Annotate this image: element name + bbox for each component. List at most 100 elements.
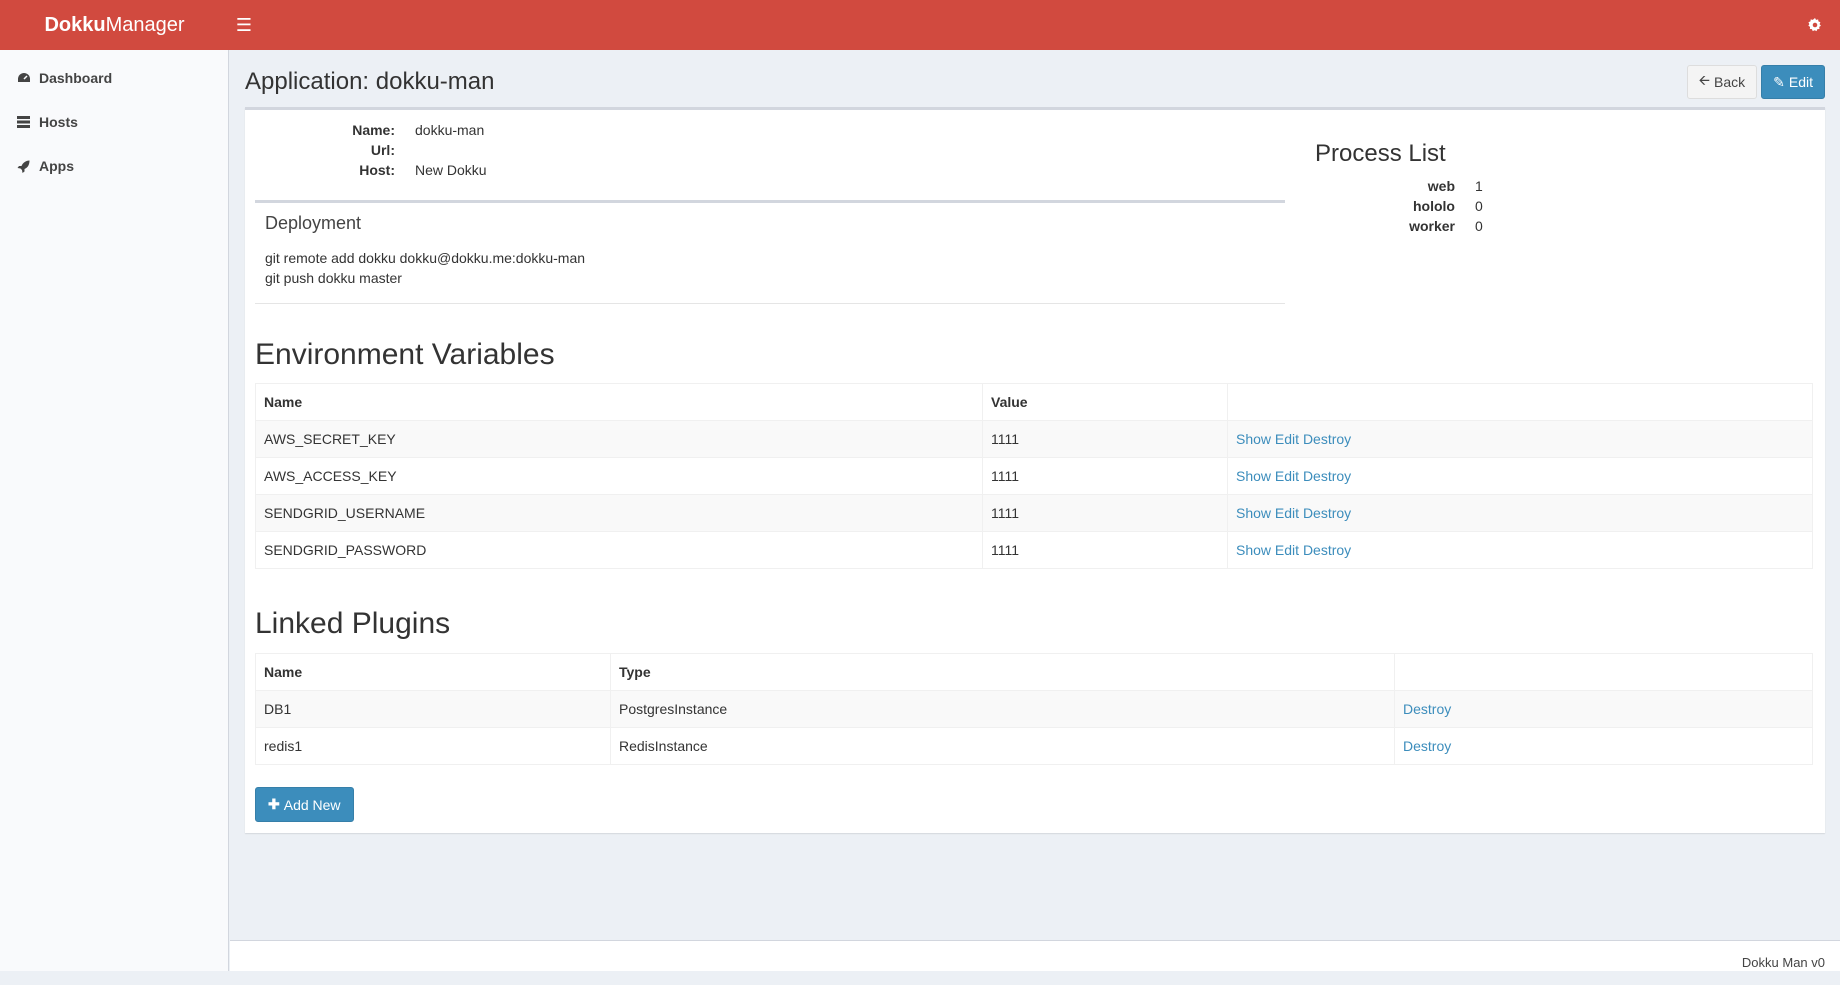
row-actions: Show Edit Destroy [1227,531,1813,569]
main-content: Application: dokku-man 🡨 Back ✎ Edit Nam… [230,50,1840,971]
row-actions: Show Edit Destroy [1227,420,1813,458]
destroy-link[interactable]: Destroy [1303,542,1351,558]
process-row: hololo 0 [1315,196,1715,216]
sidebar-item-label: Apps [39,158,74,174]
app-attributes: Name: dokku-man Url: Host: New Dokku [255,120,1285,180]
show-link[interactable]: Show [1236,431,1271,447]
env-var-name: AWS_ACCESS_KEY [255,457,983,495]
env-var-name: AWS_SECRET_KEY [255,420,983,458]
edit-link[interactable]: Edit [1275,505,1299,521]
attr-value-host: New Dokku [415,162,487,178]
linked-plugins-table: Name Type DB1 PostgresInstance Destroy r… [255,653,1813,765]
sidebar-toggle-icon[interactable]: ☰ [229,0,259,50]
linked-plugins-title: Linked Plugins [255,607,451,640]
edit-button-label: Edit [1788,74,1813,90]
show-link[interactable]: Show [1236,542,1271,558]
process-list-title: Process List [1315,140,1446,167]
edit-link[interactable]: Edit [1275,468,1299,484]
column-header-actions [1227,383,1813,421]
env-vars-table: Name Value AWS_SECRET_KEY 1111 Show Edit… [255,383,1813,569]
env-var-value: 1111 [982,494,1228,532]
brand-light: Manager [105,13,185,36]
plugin-type: PostgresInstance [610,690,1395,728]
plugin-type: RedisInstance [610,727,1395,765]
page-header: Application: dokku-man 🡨 Back ✎ Edit [245,62,1825,102]
sidebar-item-label: Dashboard [39,70,113,86]
back-button[interactable]: 🡨 Back [1686,65,1758,99]
process-name: web [1427,178,1455,194]
brand-bold: Dokku [44,13,106,36]
row-actions: Show Edit Destroy [1227,494,1813,532]
attr-row-url: Url: [255,140,1285,160]
footer-version: Dokku Man v0 [1741,955,1825,970]
arrow-left-icon: 🡨 [1698,72,1711,88]
table-row: DB1 PostgresInstance Destroy [255,690,1813,728]
plugin-name: redis1 [255,727,611,765]
column-header-actions [1394,653,1813,691]
edit-link[interactable]: Edit [1275,431,1299,447]
attr-label: Host: [359,162,395,178]
add-new-label: Add New [283,796,341,813]
back-button-label: Back [1714,74,1746,90]
destroy-link[interactable]: Destroy [1303,505,1351,521]
attr-row-name: Name: dokku-man [255,120,1285,140]
brand-logo[interactable]: Dokku Manager [0,0,229,50]
table-row: SENDGRID_USERNAME 1111 Show Edit Destroy [255,494,1813,532]
process-row: web 1 [1315,176,1715,196]
column-header-type: Type [610,653,1395,691]
row-actions: Destroy [1394,690,1813,728]
column-header-value: Value [982,383,1228,421]
attr-label: Url: [370,142,395,158]
process-list: Process List web 1 hololo 0 worker 0 [1315,140,1715,236]
edit-link[interactable]: Edit [1275,542,1299,558]
table-header-row: Name Type [255,653,1813,691]
footer: Dokku Man v0 [230,940,1840,971]
destroy-link[interactable]: Destroy [1303,431,1351,447]
table-row: AWS_ACCESS_KEY 1111 Show Edit Destroy [255,457,1813,495]
process-count: 1 [1475,178,1483,194]
top-navbar: Dokku Manager ☰ [0,0,1840,50]
attr-label: Name: [352,122,395,138]
deployment-line: git push dokku master [265,270,402,286]
show-link[interactable]: Show [1236,505,1271,521]
process-count: 0 [1475,198,1483,214]
sidebar-item-dashboard[interactable]: Dashboard [0,56,228,100]
row-actions: Show Edit Destroy [1227,457,1813,495]
env-vars-title: Environment Variables [255,338,555,371]
server-icon [17,116,39,128]
env-var-name: SENDGRID_PASSWORD [255,531,983,569]
page-title: Application: dokku-man [245,68,495,95]
deployment-commands: git remote add dokku dokku@dokku.me:dokk… [265,248,1275,288]
destroy-link[interactable]: Destroy [1403,738,1451,754]
env-var-name: SENDGRID_USERNAME [255,494,983,532]
table-row: AWS_SECRET_KEY 1111 Show Edit Destroy [255,420,1813,458]
add-new-plugin-button[interactable]: ✚ Add New [255,787,354,822]
env-var-value: 1111 [982,531,1228,569]
gear-icon[interactable] [1790,0,1840,50]
destroy-link[interactable]: Destroy [1403,701,1451,717]
deployment-title: Deployment [265,213,362,233]
gear-icon-svg [1808,18,1821,32]
process-list-items: web 1 hololo 0 worker 0 [1315,176,1715,236]
app-detail-box: Name: dokku-man Url: Host: New Dokku Dep… [245,107,1825,833]
column-header-name: Name [255,653,611,691]
table-header-row: Name Value [255,383,1813,421]
plugin-name: DB1 [255,690,611,728]
sidebar-item-apps[interactable]: Apps [0,144,228,188]
rocket-icon [17,160,39,173]
destroy-link[interactable]: Destroy [1303,468,1351,484]
sidebar-item-label: Hosts [39,114,78,130]
sidebar-item-hosts[interactable]: Hosts [0,100,228,144]
deployment-line: git remote add dokku dokku@dokku.me:dokk… [265,250,586,266]
row-actions: Destroy [1394,727,1813,765]
attr-row-host: Host: New Dokku [255,160,1285,180]
env-var-value: 1111 [982,457,1228,495]
plus-icon: ✚ [268,796,280,812]
column-header-name: Name [255,383,983,421]
deployment-panel: Deployment git remote add dokku dokku@do… [255,200,1285,304]
show-link[interactable]: Show [1236,468,1271,484]
edit-button[interactable]: ✎ Edit [1761,65,1825,99]
header-buttons: 🡨 Back ✎ Edit [1686,65,1825,99]
process-name: worker [1409,218,1455,234]
attr-value-name: dokku-man [415,122,485,138]
